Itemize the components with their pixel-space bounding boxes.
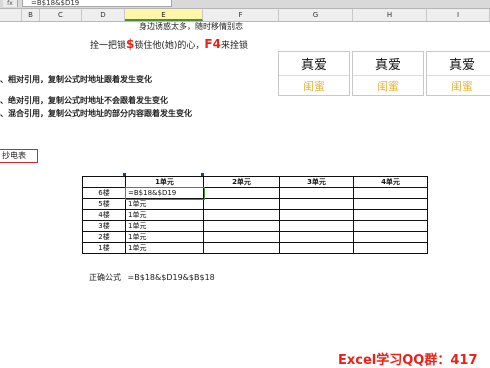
formula-bar: fx =B$18&$D19: [0, 0, 490, 9]
table-cell[interactable]: [353, 242, 428, 254]
meter-reading-label[interactable]: 抄电表: [0, 149, 38, 163]
card-3-top: 真爱: [448, 58, 475, 73]
table-cell[interactable]: 1单元: [125, 209, 204, 221]
card-2-top: 真爱: [374, 58, 401, 73]
floor-label[interactable]: 1楼: [82, 242, 126, 254]
corner-cell[interactable]: [0, 9, 22, 21]
selection-handle[interactable]: [201, 173, 204, 176]
floor-label[interactable]: 3楼: [82, 220, 126, 232]
table-row: 4楼 1单元: [82, 209, 428, 221]
table-cell[interactable]: [279, 187, 354, 199]
table-cell[interactable]: [203, 242, 280, 254]
column-header-c[interactable]: C: [40, 9, 82, 21]
fx-icon[interactable]: fx: [3, 0, 18, 7]
meter-table: 1单元 2单元 3单元 4单元 6楼 =B$18&$D19 5楼 1单元 4楼 …: [82, 176, 428, 254]
table-header-unit-1[interactable]: 1单元: [125, 176, 204, 188]
table-cell[interactable]: [279, 198, 354, 210]
card-3-bottom: 闺蜜: [451, 80, 473, 93]
column-header-i[interactable]: I: [427, 9, 490, 21]
f4-key: F4: [204, 37, 221, 51]
table-cell[interactable]: [353, 198, 428, 210]
floor-label[interactable]: 5楼: [82, 198, 126, 210]
table-cell[interactable]: [279, 242, 354, 254]
table-cell-active[interactable]: =B$18&$D19: [124, 186, 205, 200]
table-cell[interactable]: 1单元: [125, 220, 204, 232]
card-3: 真爱 闺蜜: [426, 51, 490, 96]
table-header-corner[interactable]: [82, 176, 126, 188]
note-absolute: 、绝对引用，复制公式时地址不会跟着发生变化: [0, 96, 168, 105]
card-1-top: 真爱: [300, 58, 327, 73]
table-row: 6楼 =B$18&$D19: [82, 186, 428, 200]
floor-label[interactable]: 6楼: [82, 187, 126, 199]
card-1-divider: [279, 75, 349, 76]
selection-handle[interactable]: [123, 173, 126, 176]
formula-input[interactable]: =B$18&$D19: [22, 0, 172, 7]
card-2-divider: [353, 75, 423, 76]
intro-line-2: 拴一把锁$锁住他(她)的心，F4来拴锁: [90, 37, 248, 51]
card-2: 真爱 闺蜜: [352, 51, 424, 96]
intro-line-1: 身边诱惑太多，随时移情别恋: [139, 22, 243, 31]
table-cell[interactable]: [203, 209, 280, 221]
column-header-g[interactable]: G: [279, 9, 353, 21]
column-header-d[interactable]: D: [82, 9, 125, 21]
table-cell[interactable]: [203, 198, 280, 210]
column-header-h[interactable]: H: [353, 9, 427, 21]
note-relative: 、相对引用，复制公式时地址跟着发生变化: [0, 75, 152, 84]
table-cell[interactable]: [353, 231, 428, 243]
table-cell[interactable]: [279, 220, 354, 232]
table-cell[interactable]: [203, 187, 280, 199]
card-1-bottom: 闺蜜: [303, 80, 325, 93]
column-header-b[interactable]: B: [22, 9, 40, 21]
table-header-unit-3[interactable]: 3单元: [279, 176, 354, 188]
table-cell[interactable]: [279, 209, 354, 221]
column-headers: B C D E F G H I: [0, 9, 490, 22]
table-cell[interactable]: 1单元: [125, 242, 204, 254]
table-row: 1楼 1单元: [82, 242, 428, 254]
table-header-unit-2[interactable]: 2单元: [203, 176, 280, 188]
card-2-bottom: 闺蜜: [377, 80, 399, 93]
table-cell[interactable]: [353, 220, 428, 232]
table-header-row: 1单元 2单元 3单元 4单元: [82, 176, 428, 188]
table-header-unit-4[interactable]: 4单元: [353, 176, 428, 188]
floor-label[interactable]: 4楼: [82, 209, 126, 221]
intro-heart-text: 锁住他(她)的心，: [134, 41, 205, 51]
table-cell[interactable]: [353, 209, 428, 221]
table-row: 2楼 1单元: [82, 231, 428, 243]
table-cell[interactable]: 1单元: [125, 231, 204, 243]
card-3-divider: [427, 75, 490, 76]
table-row: 3楼 1单元: [82, 220, 428, 232]
table-cell[interactable]: [279, 231, 354, 243]
floor-label[interactable]: 2楼: [82, 231, 126, 243]
qq-group-footer: Excel学习QQ群：417: [338, 353, 478, 368]
card-1: 真爱 闺蜜: [278, 51, 350, 96]
table-cell[interactable]: [203, 231, 280, 243]
intro-lock-text: 拴一把锁: [90, 41, 127, 51]
intro-end-text: 来拴锁: [220, 41, 248, 51]
note-mixed: 、混合引用，复制公式时地址的部分内容跟着发生变化: [0, 109, 192, 118]
table-cell[interactable]: [353, 187, 428, 199]
correct-formula-label: 正确公式: [89, 273, 121, 282]
table-row: 5楼 1单元: [82, 198, 428, 210]
column-header-f[interactable]: F: [203, 9, 279, 21]
table-cell[interactable]: 1单元: [125, 198, 204, 210]
column-header-e[interactable]: E: [125, 9, 203, 21]
correct-formula-value: =B$18&$D19&$B$18: [127, 273, 215, 282]
correct-formula: 正确公式 =B$18&$D19&$B$18: [89, 272, 215, 283]
table-cell[interactable]: [203, 220, 280, 232]
